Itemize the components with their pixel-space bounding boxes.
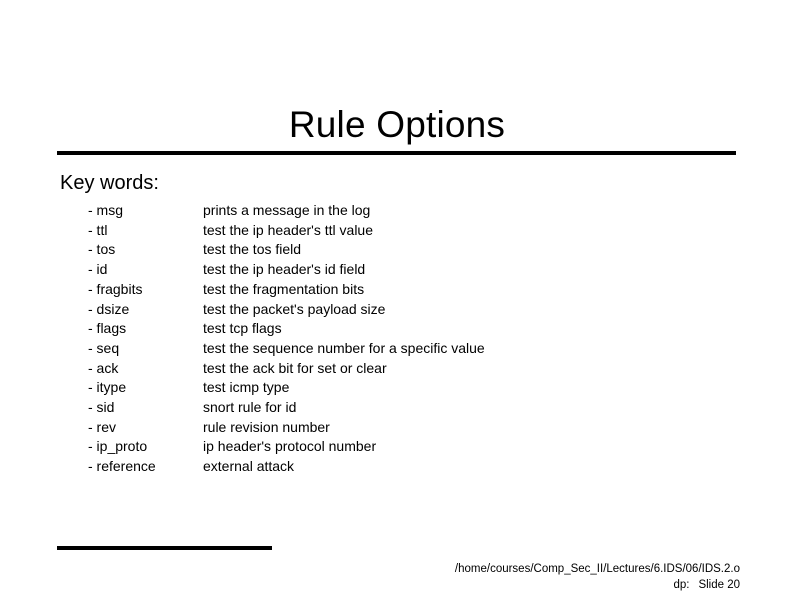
- keyword-description: test the fragmentation bits: [203, 280, 365, 297]
- footer-divider-rule: [57, 546, 272, 550]
- table-row: - id test the ip header's id field: [88, 260, 485, 280]
- keyword-name: - seq: [88, 339, 120, 356]
- keyword-name: - msg: [88, 202, 123, 218]
- keyword-name: - ttl: [88, 221, 108, 238]
- keyword-description: prints a message in the log: [203, 202, 371, 218]
- footer-author: dp:: [673, 579, 690, 591]
- keyword-name: - id: [88, 261, 108, 278]
- table-row: - sid snort rule for id: [88, 398, 485, 418]
- keyword-description: ip header's protocol number: [203, 438, 377, 455]
- keyword-description: rule revision number: [203, 418, 330, 435]
- section-heading-key-words: Key words:: [60, 172, 159, 194]
- table-row: - itype test icmp type: [88, 378, 485, 398]
- keyword-description: test the ack bit for set or clear: [203, 359, 387, 376]
- title-divider-rule: [57, 151, 736, 155]
- keyword-description: test icmp type: [203, 379, 290, 396]
- keyword-name: - ack: [88, 359, 119, 376]
- table-row: - fragbits test the fragmentation bits: [88, 280, 485, 300]
- keyword-name: - sid: [88, 399, 115, 416]
- keyword-name: - itype: [88, 379, 127, 396]
- keyword-list-body: - msg prints a message in the log - ttl …: [88, 201, 485, 477]
- keyword-description: external attack: [203, 458, 295, 475]
- keyword-description: test the packet's payload size: [203, 300, 386, 317]
- keyword-description: test the ip header's ttl value: [203, 221, 373, 238]
- table-row: - seq test the sequence number for a spe…: [88, 339, 485, 359]
- table-row: - msg prints a message in the log: [88, 201, 485, 221]
- keyword-description: snort rule for id: [203, 399, 297, 416]
- keyword-description: test the tos field: [203, 241, 302, 258]
- footer: /home/courses/Comp_Sec_II/Lectures/6.IDS…: [455, 561, 740, 593]
- keyword-name: - tos: [88, 241, 116, 258]
- table-row: - ack test the ack bit for set or clear: [88, 359, 485, 379]
- keyword-name: - flags: [88, 320, 127, 337]
- footer-file-path: /home/courses/Comp_Sec_II/Lectures/6.IDS…: [454, 563, 740, 575]
- footer-slide-line: dp: Slide 20: [455, 577, 740, 593]
- table-row: - ip_proto ip header's protocol number: [88, 437, 485, 457]
- keyword-description: test the ip header's id field: [203, 261, 366, 278]
- table-row: - ttl test the ip header's ttl value: [88, 221, 485, 241]
- page-title: Rule Options: [288, 103, 506, 145]
- keyword-list-table: - msg prints a message in the log - ttl …: [88, 201, 485, 477]
- footer-slide-number: Slide 20: [698, 579, 740, 591]
- keyword-description: test the sequence number for a specific …: [203, 339, 485, 356]
- keyword-name: - rev: [88, 418, 116, 435]
- table-row: - flags test tcp flags: [88, 319, 485, 339]
- table-row: - tos test the tos field: [88, 240, 485, 260]
- slide-canvas: Rule Options Key words: - msg prints a m…: [0, 0, 794, 595]
- table-row: - reference external attack: [88, 457, 485, 477]
- keyword-description: test tcp flags: [203, 320, 282, 337]
- keyword-name: - dsize: [88, 300, 130, 317]
- keyword-name: - fragbits: [88, 280, 143, 297]
- table-row: - rev rule revision number: [88, 418, 485, 438]
- keyword-name: - ip_proto: [88, 438, 148, 455]
- keyword-name: - reference: [88, 458, 156, 475]
- table-row: - dsize test the packet's payload size: [88, 300, 485, 320]
